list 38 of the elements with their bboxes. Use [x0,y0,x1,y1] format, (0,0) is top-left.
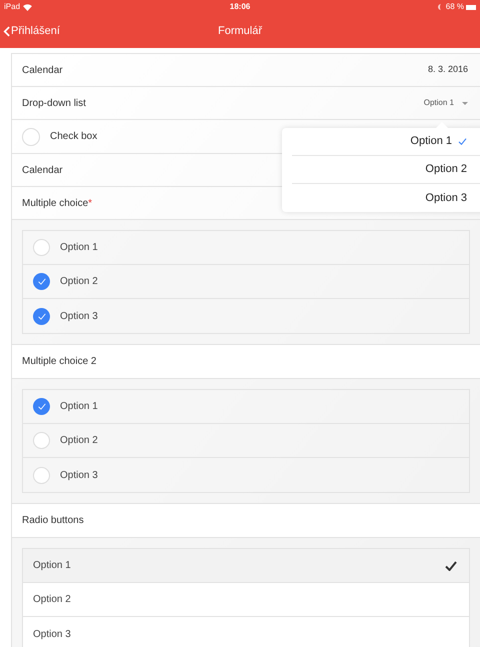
caret-icon [462,102,468,104]
option-label: Option 1 [60,400,98,414]
option-label: Option 2 [60,434,98,448]
option-label: Option 3 [60,468,98,482]
radio-option[interactable]: Option 1 [23,549,469,583]
option-label: Option 2 [60,275,98,289]
dropdown-option[interactable]: Option 3 [292,184,480,212]
battery-icon [466,4,476,10]
wifi-icon [23,4,32,10]
battery-percent: 68 % [446,1,464,13]
dropdown[interactable]: Option 1 [424,97,470,109]
checkbox[interactable] [33,398,50,415]
checkmark-icon [38,403,46,410]
back-button[interactable]: Přihlášení [0,22,60,40]
checkmark-icon [38,312,46,320]
checkbox[interactable] [33,432,50,449]
checkbox[interactable] [33,466,50,484]
field-label: Drop-down list [22,96,86,110]
screen-title: Formulář [218,24,262,39]
date-value[interactable]: 8. 3. 2016 [428,63,470,77]
section-label: Radio buttons [22,514,84,528]
checkbox-label: Check box [50,130,98,144]
checkbox[interactable] [33,239,50,256]
status-time: 18:06 [230,1,250,13]
section-label: Multiple choice 2 [22,355,96,369]
dropdown-option[interactable]: Option 1 [292,128,480,156]
checkbox[interactable] [22,128,40,146]
chevron-left-icon [3,26,10,36]
section-label: Multiple choice* [22,196,92,210]
device-name: iPad [4,1,20,13]
option-label: Option 1 [60,241,98,255]
dropdown-option[interactable]: Option 2 [292,156,480,184]
field-label: Calendar [22,64,63,78]
checkbox[interactable] [33,308,50,324]
checkbox[interactable] [33,273,50,290]
checkmark-icon [38,278,46,285]
field-label: Calendar [22,164,63,178]
option-label: Option 3 [60,310,98,324]
